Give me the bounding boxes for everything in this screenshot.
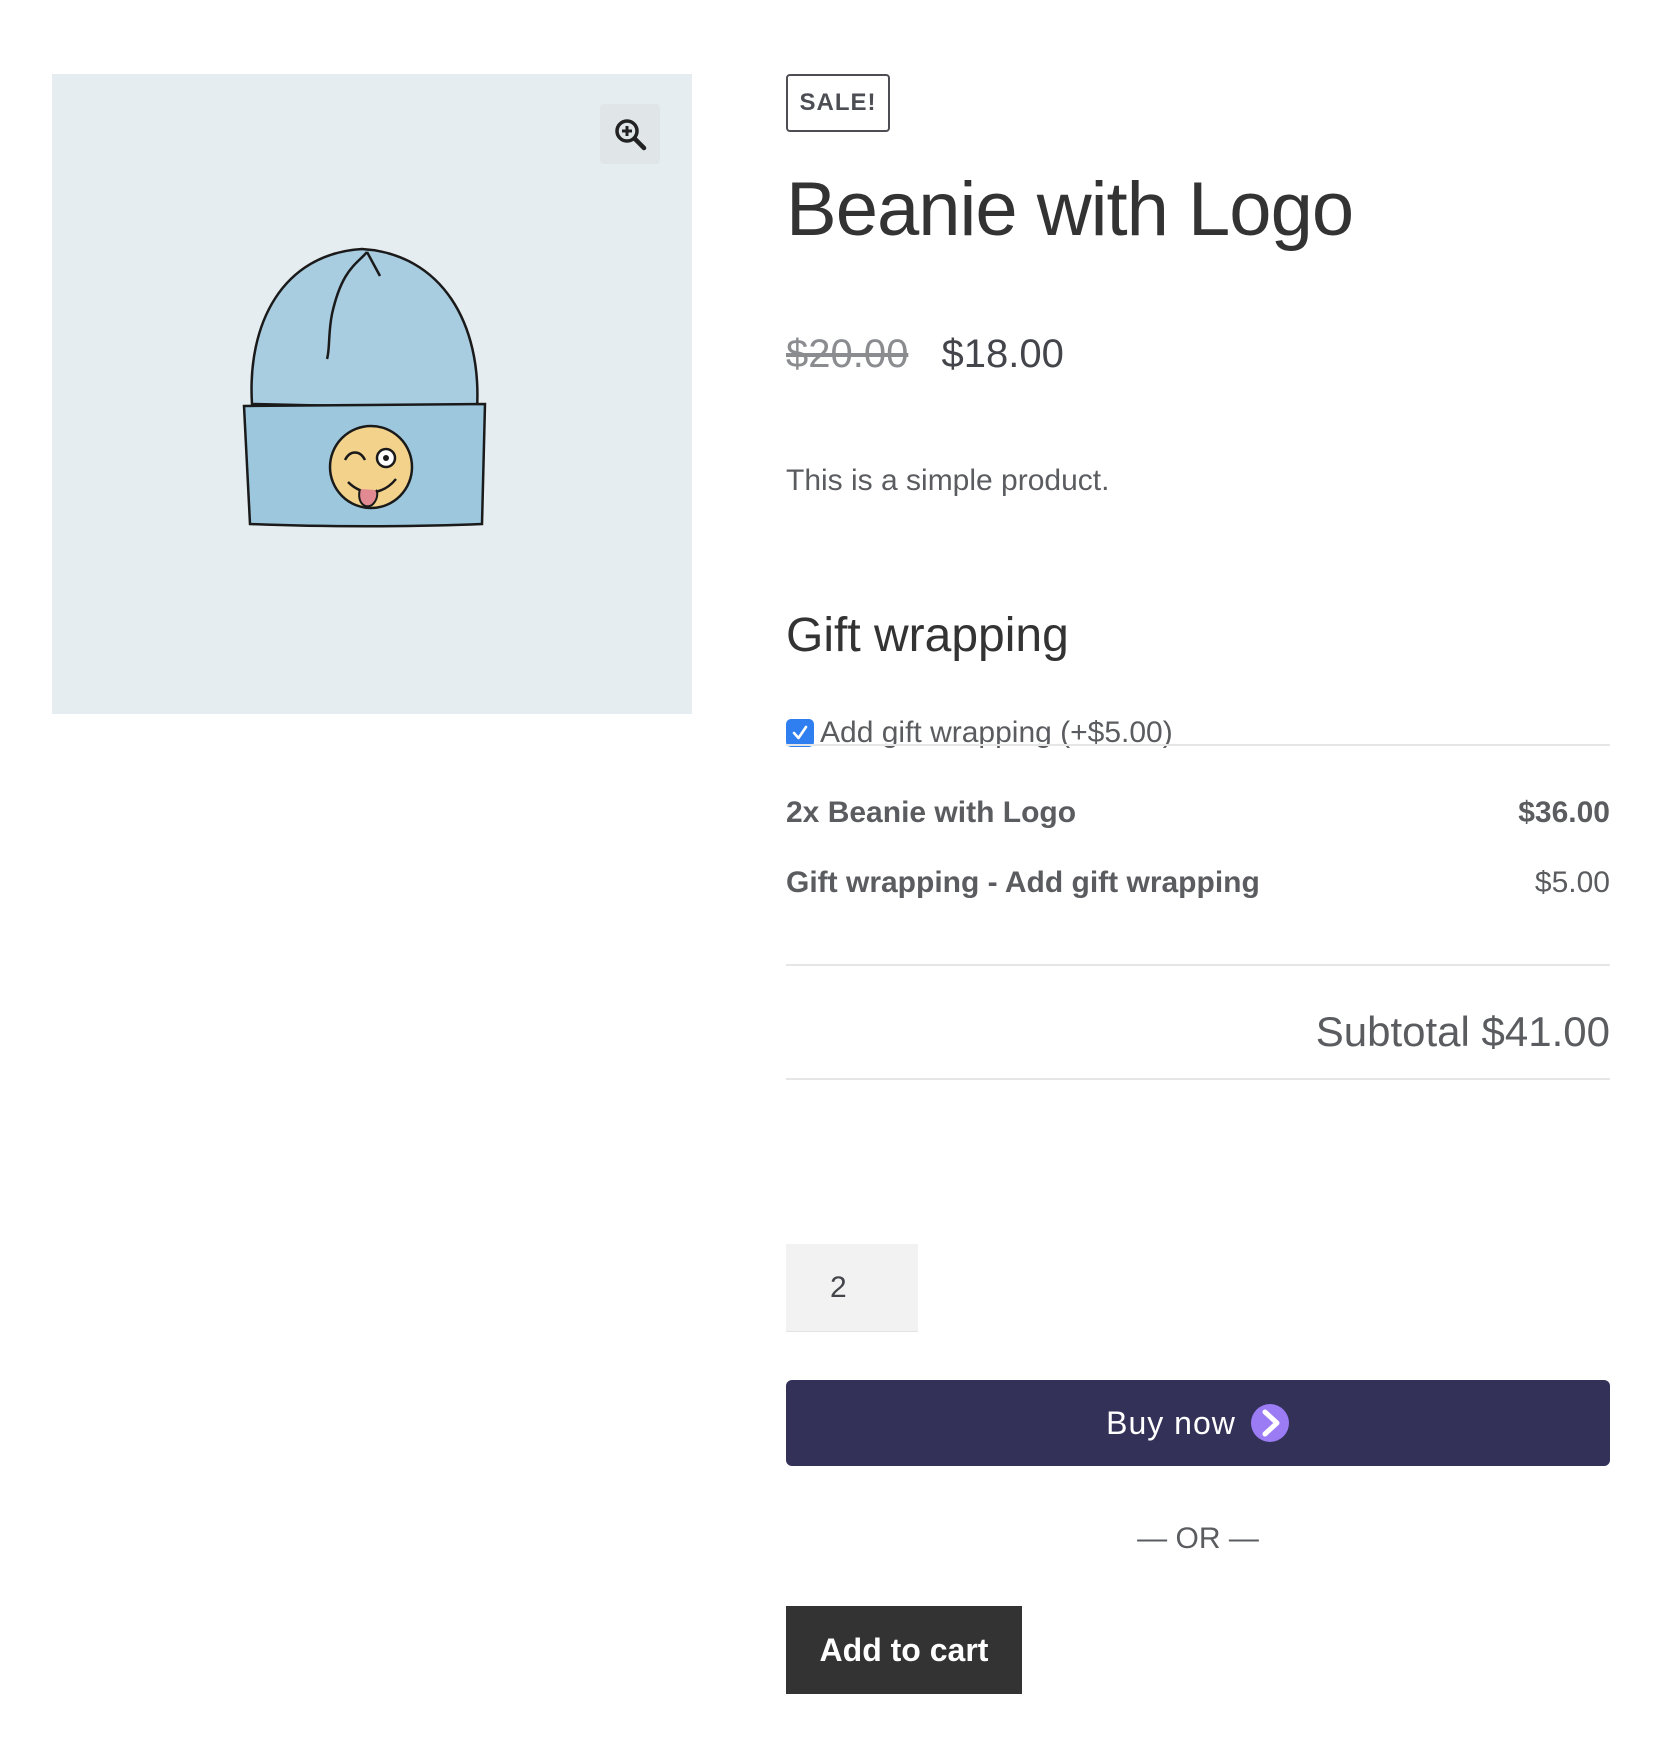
product-image[interactable] bbox=[232, 234, 512, 554]
product-description: This is a simple product. bbox=[786, 464, 1110, 497]
zoom-button[interactable] bbox=[600, 104, 660, 164]
price: $20.00 $18.00 bbox=[786, 332, 1064, 377]
summary-line: 2x Beanie with Logo $36.00 bbox=[786, 796, 1610, 830]
chevron-right-icon bbox=[1250, 1404, 1289, 1442]
or-separator: — OR — bbox=[1137, 1522, 1259, 1555]
zoom-in-icon bbox=[615, 119, 647, 151]
product-title: Beanie with Logo bbox=[786, 167, 1354, 252]
divider bbox=[786, 1078, 1610, 1080]
subtotal: Subtotal $41.00 bbox=[1315, 1008, 1610, 1055]
product-gallery bbox=[52, 74, 692, 714]
sale-price: $18.00 bbox=[941, 332, 1064, 376]
summary-line-amount: $5.00 bbox=[1534, 866, 1610, 899]
gift-wrapping-heading: Gift wrapping bbox=[786, 609, 1069, 662]
divider bbox=[786, 964, 1610, 966]
divider bbox=[786, 744, 1610, 746]
quantity-input[interactable] bbox=[786, 1244, 918, 1332]
original-price: $20.00 bbox=[786, 332, 909, 376]
sale-badge: SALE! bbox=[786, 74, 890, 132]
summary-line-label: Gift wrapping - Add gift wrapping bbox=[786, 866, 1260, 899]
buy-now-label: Buy now bbox=[1106, 1404, 1236, 1441]
summary-line-label: 2x Beanie with Logo bbox=[786, 796, 1077, 829]
add-to-cart-button[interactable]: Add to cart bbox=[786, 1606, 1022, 1694]
gift-wrapping-checkbox[interactable] bbox=[786, 719, 814, 747]
summary-line-amount: $36.00 bbox=[1518, 796, 1610, 829]
summary-line: Gift wrapping - Add gift wrapping $5.00 bbox=[786, 866, 1610, 900]
checkmark-icon bbox=[792, 725, 808, 740]
buy-now-button[interactable]: Buy now bbox=[786, 1380, 1610, 1466]
